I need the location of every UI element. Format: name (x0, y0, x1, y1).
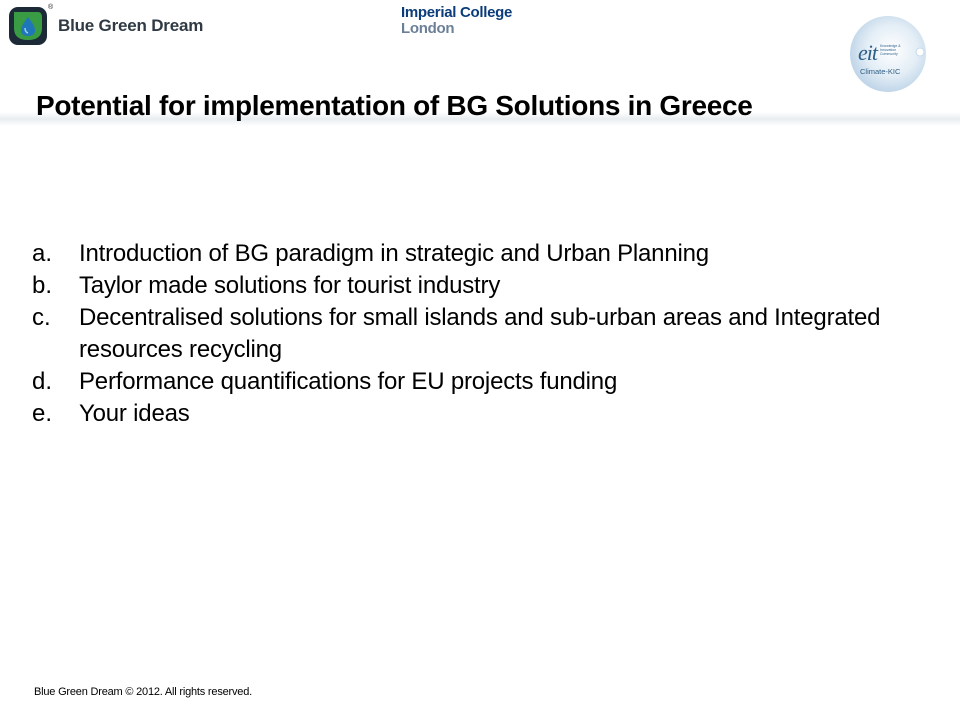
list-marker: c. (32, 304, 51, 331)
imperial-college-line1: Imperial College (401, 4, 513, 21)
list-item-text: Performance quantifications for EU proje… (79, 368, 618, 395)
list-item-text: Your ideas (79, 400, 190, 427)
list-item-text: Decentralised solutions for small island… (79, 304, 881, 363)
list-item-a: a. Introduction of BG paradigm in strate… (32, 238, 912, 270)
eit-climate-kic-logo: eit Knowledge & Innovation Community Cli… (848, 14, 930, 96)
slide-title: Potential for implementation of BG Solut… (36, 90, 753, 121)
eit-small-text: Knowledge & Innovation Community (880, 44, 901, 56)
list-marker: e. (32, 400, 53, 427)
list-item-text: Taylor made solutions for tourist indust… (79, 272, 501, 299)
list-item-text: Introduction of BG paradigm in strategic… (79, 240, 709, 267)
blue-green-dream-logo: ® Blue Green Dream (8, 4, 204, 46)
list-item-d: d. Performance quantifications for EU pr… (32, 366, 912, 398)
list-item-b: b. Taylor made solutions for tourist ind… (32, 270, 912, 302)
content-list: a. Introduction of BG paradigm in strate… (32, 238, 912, 430)
list-marker: a. (32, 240, 53, 267)
footer-copyright: Blue Green Dream © 2012. All rights rese… (34, 686, 252, 698)
eit-wordmark: eit (858, 40, 878, 65)
list-item-e: e. Your ideas (32, 398, 912, 430)
list-item-c: c. Decentralised solutions for small isl… (32, 302, 912, 366)
imperial-college-line2: London (401, 20, 455, 37)
list-marker: b. (32, 272, 53, 299)
eit-subtitle: Climate-KIC (860, 67, 901, 76)
imperial-college-logo: Imperial College London (401, 5, 512, 37)
blue-green-dream-leaf-drop-icon: ® (8, 4, 53, 46)
registered-mark: ® (48, 4, 54, 11)
list-marker: d. (32, 368, 53, 395)
blue-green-dream-name: Blue Green Dream (58, 16, 204, 35)
